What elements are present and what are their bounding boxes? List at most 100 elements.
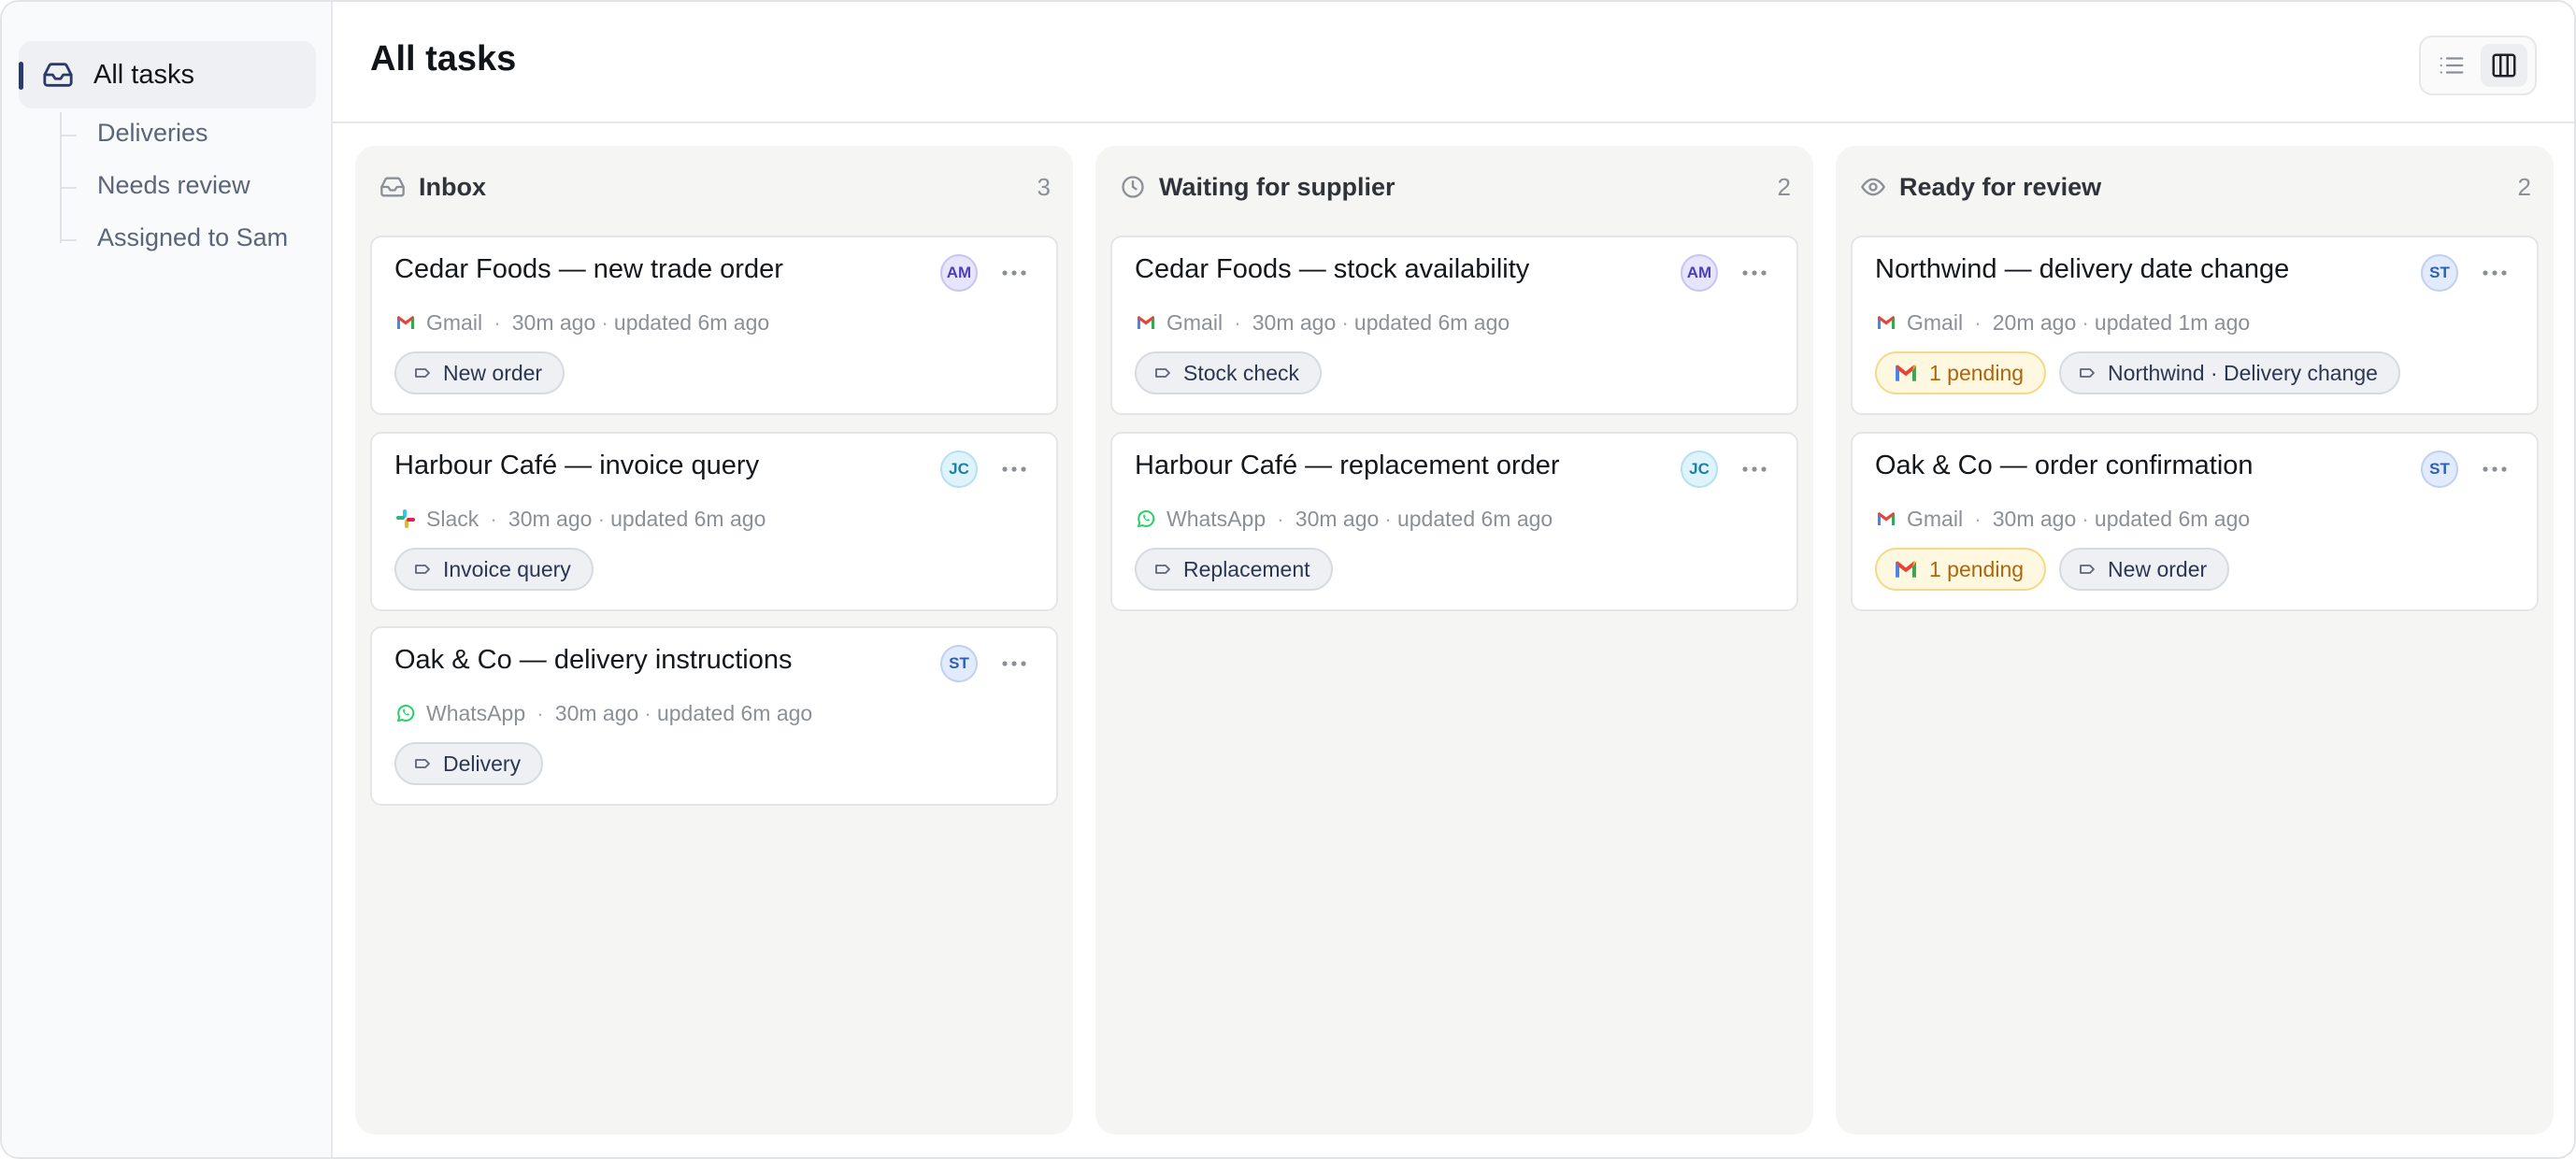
whatsapp-icon (397, 704, 415, 722)
separator: · (1277, 506, 1284, 531)
more-options-icon[interactable] (2481, 262, 2509, 284)
task-card[interactable]: Cedar Foods — new trade order AM Gmail ·… (370, 236, 1058, 415)
more-options-icon[interactable] (1000, 652, 1028, 675)
source-label: Slack (426, 506, 479, 531)
sidebar-item-assigned-to-sam[interactable]: Assigned to Sam (59, 219, 288, 256)
tag-icon (415, 565, 430, 574)
eye-icon (1861, 178, 1885, 196)
separator: · (490, 506, 497, 531)
card-meta: WhatsApp · 30m ago · updated 6m ago (1135, 505, 1553, 533)
separator: · (537, 700, 544, 725)
pending-badge[interactable]: 1 pending (1875, 548, 2047, 591)
card-meta: Slack · 30m ago · updated 6m ago (394, 505, 766, 533)
task-card[interactable]: Harbour Café — replacement order JC What… (1110, 432, 1798, 611)
gmail-icon (1878, 512, 1895, 525)
updated-time: updated 1m ago (2094, 309, 2251, 335)
card-tags: New order (394, 351, 565, 394)
pending-label: 1 pending (1929, 360, 2025, 385)
whatsapp-icon (1138, 509, 1155, 527)
more-options-icon[interactable] (1740, 262, 1768, 284)
card-tags: Replacement (1135, 548, 1333, 591)
column-title: Waiting for supplier (1159, 172, 1395, 201)
source-label: Gmail (1907, 309, 1964, 335)
more-options-icon[interactable] (2481, 458, 2509, 480)
separator: · (1234, 309, 1241, 335)
more-options-icon[interactable] (1740, 458, 1768, 480)
column-header: Inbox 3 (379, 168, 1051, 206)
tag[interactable]: Stock check (1135, 351, 1322, 394)
tag-label: New order (443, 360, 543, 385)
avatar: JC (940, 451, 978, 488)
tag-label: Invoice query (443, 556, 571, 581)
updated-time: updated 6m ago (1353, 309, 1510, 335)
sidebar: All tasks Deliveries Needs review Assign… (2, 2, 333, 1157)
column-header: Ready for review 2 (1860, 168, 2531, 206)
tag[interactable]: New order (394, 351, 565, 394)
card-title: Harbour Café — replacement order (1135, 451, 1560, 480)
card-meta: Gmail · 20m ago · updated 1m ago (1875, 308, 2250, 336)
column-waiting-for-supplier: Waiting for supplier 2 Cedar Foods — sto… (1095, 146, 1813, 1135)
task-card[interactable]: Oak & Co — order confirmation ST Gmail ·… (1851, 432, 2539, 611)
card-tags: 1 pending Northwind · Delivery change (1875, 351, 2400, 394)
column-title: Inbox (419, 172, 486, 201)
avatar: JC (1681, 451, 1718, 488)
created-time: 30m ago (1992, 506, 2077, 531)
app-window: All tasks Deliveries Needs review Assign… (0, 0, 2576, 1159)
updated-time: updated 6m ago (610, 506, 766, 531)
card-tags: Delivery (394, 742, 544, 785)
avatar: AM (1681, 254, 1718, 292)
column-count: 3 (1037, 172, 1051, 201)
column-title: Ready for review (1899, 172, 2102, 201)
board-view-icon (2492, 53, 2516, 78)
pending-badge[interactable]: 1 pending (1875, 351, 2047, 394)
task-card[interactable]: Northwind — delivery date change ST Gmai… (1851, 236, 2539, 415)
clock-icon (1122, 176, 1144, 198)
sidebar-item-needs-review[interactable]: Needs review (60, 166, 250, 204)
created-time: 30m ago (554, 700, 639, 725)
created-time: 30m ago (1252, 309, 1337, 335)
updated-time: updated 6m ago (1396, 506, 1553, 531)
avatar: AM (940, 254, 978, 292)
column-count: 2 (2517, 172, 2531, 201)
card-tags: Invoice query (394, 548, 594, 591)
card-title: Oak & Co — order confirmation (1875, 451, 2254, 480)
column-count: 2 (1777, 172, 1791, 201)
separator: · (1974, 506, 1982, 531)
source-label: Gmail (426, 309, 483, 335)
tag[interactable]: Delivery (394, 742, 544, 785)
gmail-icon (1138, 316, 1154, 329)
task-card[interactable]: Harbour Café — invoice query JC Slack · … (370, 432, 1058, 611)
created-time: 30m ago (508, 506, 593, 531)
task-card[interactable]: Oak & Co — delivery instructions ST What… (370, 626, 1058, 806)
sidebar-item-all-tasks[interactable]: All tasks (19, 41, 316, 108)
tag[interactable]: New order (2059, 548, 2230, 591)
tag[interactable]: Replacement (1135, 548, 1333, 591)
column-inbox: Inbox 3 Cedar Foods — new trade order AM… (355, 146, 1073, 1135)
separator: · (494, 309, 501, 335)
active-indicator (19, 62, 23, 90)
gmail-icon (1896, 561, 1916, 578)
avatar: ST (2421, 254, 2458, 292)
board-view-button[interactable] (2481, 44, 2527, 87)
avatar: ST (2421, 451, 2458, 488)
separator: · (1341, 309, 1349, 335)
tag-label: New order (2108, 556, 2208, 581)
list-view-button[interactable] (2428, 44, 2475, 87)
task-card[interactable]: Cedar Foods — stock availability AM Gmai… (1110, 236, 1798, 415)
tag[interactable]: Northwind · Delivery change (2059, 351, 2400, 394)
tag-label: Delivery (443, 751, 522, 776)
card-title: Harbour Café — invoice query (394, 451, 760, 480)
tag-icon (2080, 368, 2095, 378)
source-label: Gmail (1166, 309, 1224, 335)
more-options-icon[interactable] (1000, 262, 1028, 284)
separator: · (1974, 309, 1982, 335)
sidebar-item-deliveries[interactable]: Deliveries (60, 114, 208, 151)
tag-label: Northwind · Delivery change (2108, 360, 2378, 385)
pending-label: 1 pending (1929, 556, 2025, 581)
page-title: All tasks (370, 39, 517, 79)
updated-time: updated 6m ago (656, 700, 813, 725)
gmail-icon (1896, 365, 1916, 381)
more-options-icon[interactable] (1000, 458, 1028, 480)
card-tags: Stock check (1135, 351, 1322, 394)
tag[interactable]: Invoice query (394, 548, 594, 591)
